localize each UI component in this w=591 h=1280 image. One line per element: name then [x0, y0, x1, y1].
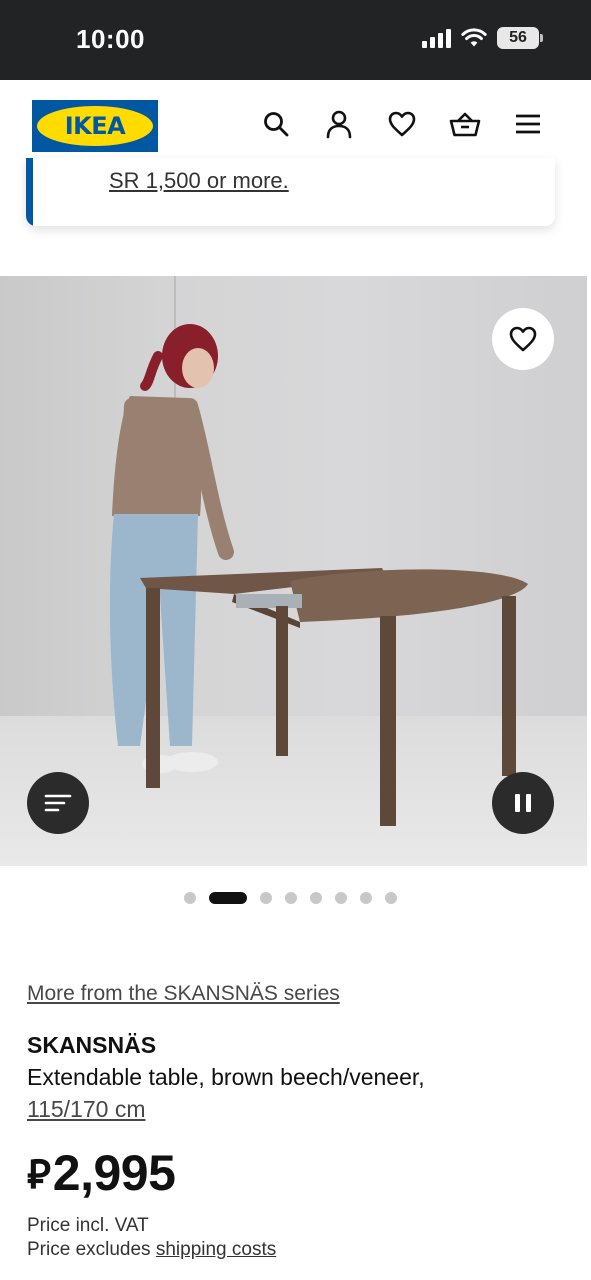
- product-size-link[interactable]: 115/170 cm: [27, 1096, 145, 1123]
- logo-text: IKEA: [64, 112, 126, 140]
- pause-icon[interactable]: [492, 772, 554, 834]
- favorite-heart-icon[interactable]: [492, 308, 554, 370]
- details-menu-icon[interactable]: [27, 772, 89, 834]
- basket-icon[interactable]: [449, 108, 481, 140]
- carousel-dot[interactable]: [184, 892, 196, 904]
- price-amount: 2,995: [52, 1145, 176, 1201]
- product-price: ⃁ 2,995: [27, 1144, 176, 1202]
- search-icon[interactable]: [260, 108, 292, 140]
- shipping-note: Price excludes shipping costs: [27, 1239, 276, 1261]
- ikea-logo[interactable]: IKEA: [32, 100, 158, 152]
- battery-indicator: 56: [497, 27, 543, 49]
- carousel-dot-active[interactable]: [209, 892, 247, 904]
- status-icons: 56: [422, 27, 543, 49]
- series-link[interactable]: More from the SKANSNÄS series: [27, 982, 340, 1006]
- product-media[interactable]: [0, 276, 587, 866]
- status-time: 10:00: [76, 24, 145, 54]
- status-bar: 10:00 56: [0, 0, 591, 80]
- wifi-icon: [461, 28, 487, 47]
- shipping-prefix: Price excludes: [27, 1239, 151, 1260]
- carousel-dot[interactable]: [310, 892, 322, 904]
- banner-accent-bar: [26, 158, 33, 226]
- signal-icon: [422, 28, 451, 48]
- carousel-dot[interactable]: [260, 892, 272, 904]
- battery-level: 56: [509, 29, 527, 46]
- product-description: Extendable table, brown beech/veneer,: [27, 1064, 425, 1090]
- account-icon[interactable]: [323, 108, 355, 140]
- shipping-costs-link[interactable]: shipping costs: [156, 1239, 276, 1260]
- logo-oval: IKEA: [37, 106, 153, 146]
- product-name: SKANSNÄS: [27, 1032, 157, 1058]
- vat-note: Price incl. VAT: [27, 1215, 149, 1236]
- currency-symbol: ⃁: [27, 1153, 51, 1197]
- carousel-dot[interactable]: [385, 892, 397, 904]
- heart-icon[interactable]: [386, 108, 418, 140]
- menu-icon[interactable]: [512, 108, 544, 140]
- carousel-dot[interactable]: [335, 892, 347, 904]
- product-image: [109, 276, 528, 826]
- carousel-indicator: [184, 892, 397, 904]
- carousel-dot[interactable]: [285, 892, 297, 904]
- info-banner: SR 1,500 or more.: [26, 158, 555, 226]
- carousel-dot[interactable]: [360, 892, 372, 904]
- banner-link[interactable]: SR 1,500 or more.: [109, 168, 289, 194]
